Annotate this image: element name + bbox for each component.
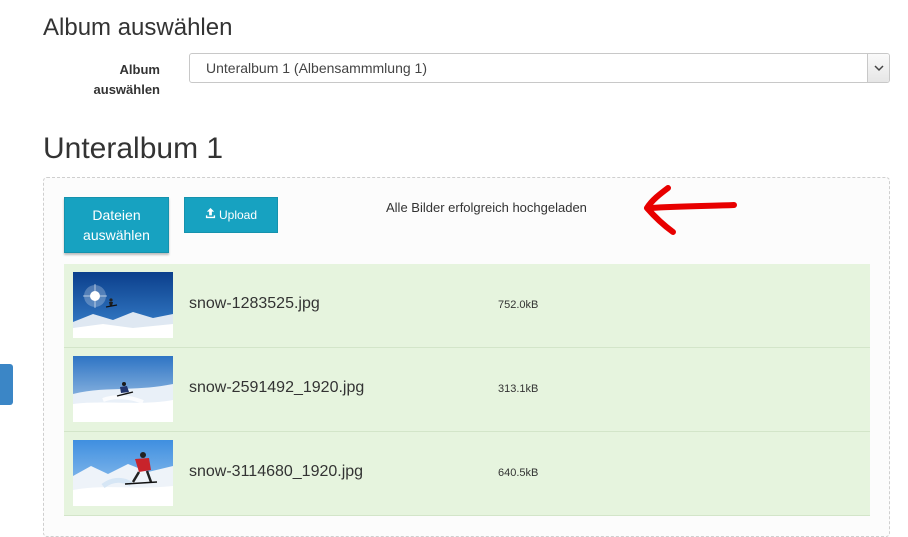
album-select-label-line1: Album: [119, 62, 160, 77]
red-arrow-annotation-icon: [644, 185, 737, 235]
album-select-label-line2: auswählen: [93, 82, 160, 97]
file-row: snow-1283525.jpg 752.0kB: [64, 264, 870, 348]
chevron-down-icon[interactable]: [867, 54, 889, 82]
file-thumbnail: [73, 272, 173, 338]
file-thumbnail: [73, 356, 173, 422]
select-files-button[interactable]: Dateien auswählen: [64, 197, 169, 253]
album-select-label: Album auswählen: [70, 60, 160, 100]
upload-icon: [205, 208, 216, 222]
upload-status-message: Alle Bilder erfolgreich hochgeladen: [386, 200, 587, 215]
file-size: 313.1kB: [498, 383, 539, 395]
album-select-value: Unteralbum 1 (Albensammmlung 1): [206, 60, 427, 76]
upload-button-label: Upload: [218, 208, 258, 222]
file-row: snow-3114680_1920.jpg 640.5kB: [64, 432, 870, 516]
file-name: snow-3114680_1920.jpg: [189, 463, 364, 480]
album-title: Unteralbum 1: [43, 132, 224, 165]
file-name: snow-1283525.jpg: [189, 295, 320, 312]
file-row: snow-2591492_1920.jpg 313.1kB: [64, 348, 870, 432]
file-thumbnail: [73, 440, 173, 506]
upload-button[interactable]: Upload: [184, 197, 278, 233]
album-select-dropdown[interactable]: Unteralbum 1 (Albensammmlung 1): [189, 53, 890, 83]
file-size: 640.5kB: [498, 467, 539, 479]
select-files-label-line1: Dateien: [92, 207, 141, 223]
file-name: snow-2591492_1920.jpg: [189, 379, 365, 396]
album-select-heading: Album auswählen: [43, 14, 233, 41]
select-files-label-line2: auswählen: [83, 227, 150, 243]
file-size: 752.0kB: [498, 299, 539, 311]
side-panel-toggle[interactable]: [0, 364, 13, 405]
